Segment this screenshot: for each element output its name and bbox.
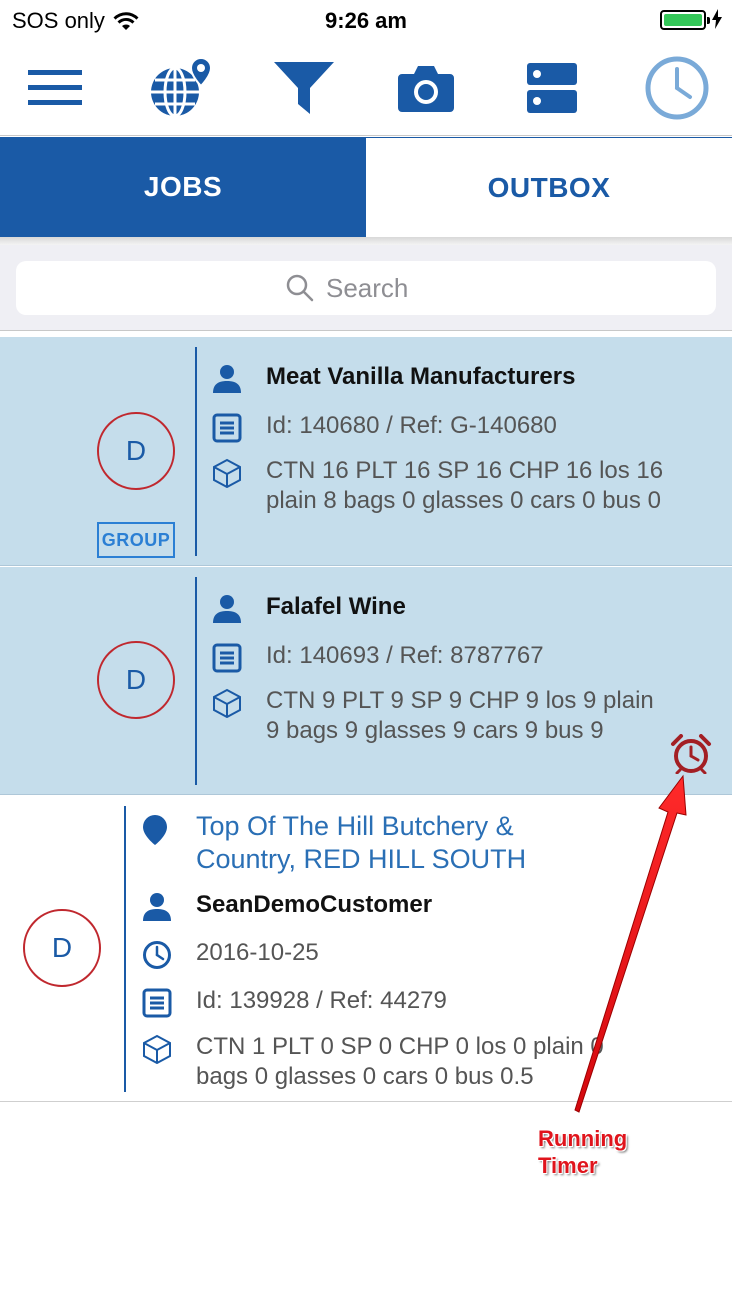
job-row[interactable]: D Top Of The Hill Butchery & Country, RE… [0, 796, 732, 1102]
search-input[interactable] [326, 272, 446, 304]
items-row: CTN 9 PLT 9 SP 9 CHP 9 los 9 plain 9 bag… [212, 686, 682, 746]
tab-outbox[interactable]: OUTBOX [366, 137, 732, 237]
menu-button[interactable] [15, 50, 95, 126]
id-row: Id: 140680 / Ref: G-140680 [212, 411, 712, 443]
camera-icon [398, 66, 454, 112]
customer-row: Falafel Wine [212, 592, 712, 624]
globe-location-icon [151, 56, 213, 118]
job-id-ref: Id: 139928 / Ref: 44279 [196, 987, 447, 1014]
tab-jobs[interactable]: JOBS [0, 137, 366, 237]
job-id-ref: Id: 140680 / Ref: G-140680 [266, 412, 557, 439]
document-icon [212, 643, 242, 673]
group-tag: GROUP [97, 522, 175, 558]
toolbar [0, 40, 732, 136]
job-row[interactable]: D GROUP Meat Vanilla Manufacturers Id: 1… [0, 337, 732, 566]
tab-divider [0, 237, 732, 245]
document-icon [142, 988, 172, 1018]
items-summary: CTN 16 PLT 16 SP 16 CHP 16 los 16 plain … [266, 457, 664, 514]
search-area [0, 245, 732, 331]
running-timer-annotation: Running Timer [538, 1126, 628, 1178]
camera-button[interactable] [386, 50, 466, 126]
status-bar: SOS only 9:26 am [0, 0, 732, 40]
row-divider [195, 347, 197, 556]
items-row: CTN 1 PLT 0 SP 0 CHP 0 los 0 plain 0 bag… [142, 1032, 702, 1092]
tab-bar: JOBS OUTBOX [0, 137, 732, 237]
alarm-clock-icon[interactable] [670, 734, 712, 774]
items-summary: CTN 9 PLT 9 SP 9 CHP 9 los 9 plain 9 bag… [266, 687, 654, 744]
status-badge: D [97, 641, 175, 719]
row-divider [195, 577, 197, 785]
customer-row: SeanDemoCustomer [142, 890, 702, 922]
status-time: 9:26 am [325, 8, 407, 33]
server-button[interactable] [512, 50, 592, 126]
package-icon [213, 458, 241, 488]
clock-small-icon [143, 941, 171, 969]
row-divider [124, 806, 126, 1092]
items-summary: CTN 1 PLT 0 SP 0 CHP 0 los 0 plain 0 bag… [196, 1033, 604, 1090]
server-icon [527, 63, 577, 113]
search-icon [286, 274, 314, 302]
person-icon [213, 365, 241, 393]
filter-icon [274, 62, 334, 114]
person-icon [143, 893, 171, 921]
id-row: Id: 139928 / Ref: 44279 [142, 986, 702, 1018]
customer-name: Falafel Wine [266, 593, 406, 620]
map-button[interactable] [140, 50, 220, 126]
battery-charging-icon [660, 10, 710, 30]
document-icon [212, 413, 242, 443]
id-row: Id: 140693 / Ref: 8787767 [212, 641, 712, 673]
clock-icon [645, 56, 709, 120]
address-row: Top Of The Hill Butchery & Country, RED … [142, 810, 702, 876]
filter-button[interactable] [264, 50, 344, 126]
customer-name: Meat Vanilla Manufacturers [266, 363, 576, 390]
person-icon [213, 595, 241, 623]
charging-bolt-icon [712, 9, 722, 29]
job-id-ref: Id: 140693 / Ref: 8787767 [266, 642, 544, 669]
date-row: 2016-10-25 [142, 938, 702, 970]
job-address[interactable]: Top Of The Hill Butchery & Country, RED … [196, 810, 576, 876]
job-row[interactable]: D Falafel Wine Id: 140693 / Ref: 8787767… [0, 567, 732, 795]
timer-button[interactable] [637, 50, 717, 126]
package-icon [143, 1034, 171, 1064]
customer-row: Meat Vanilla Manufacturers [212, 362, 712, 394]
search-box[interactable] [16, 261, 716, 315]
menu-icon [28, 70, 82, 105]
items-row: CTN 16 PLT 16 SP 16 CHP 16 los 16 plain … [212, 456, 682, 516]
status-badge: D [97, 412, 175, 490]
customer-name: SeanDemoCustomer [196, 891, 433, 918]
package-icon [213, 688, 241, 718]
job-date: 2016-10-25 [196, 939, 319, 966]
location-pin-icon [143, 815, 167, 845]
status-badge: D [23, 909, 101, 987]
